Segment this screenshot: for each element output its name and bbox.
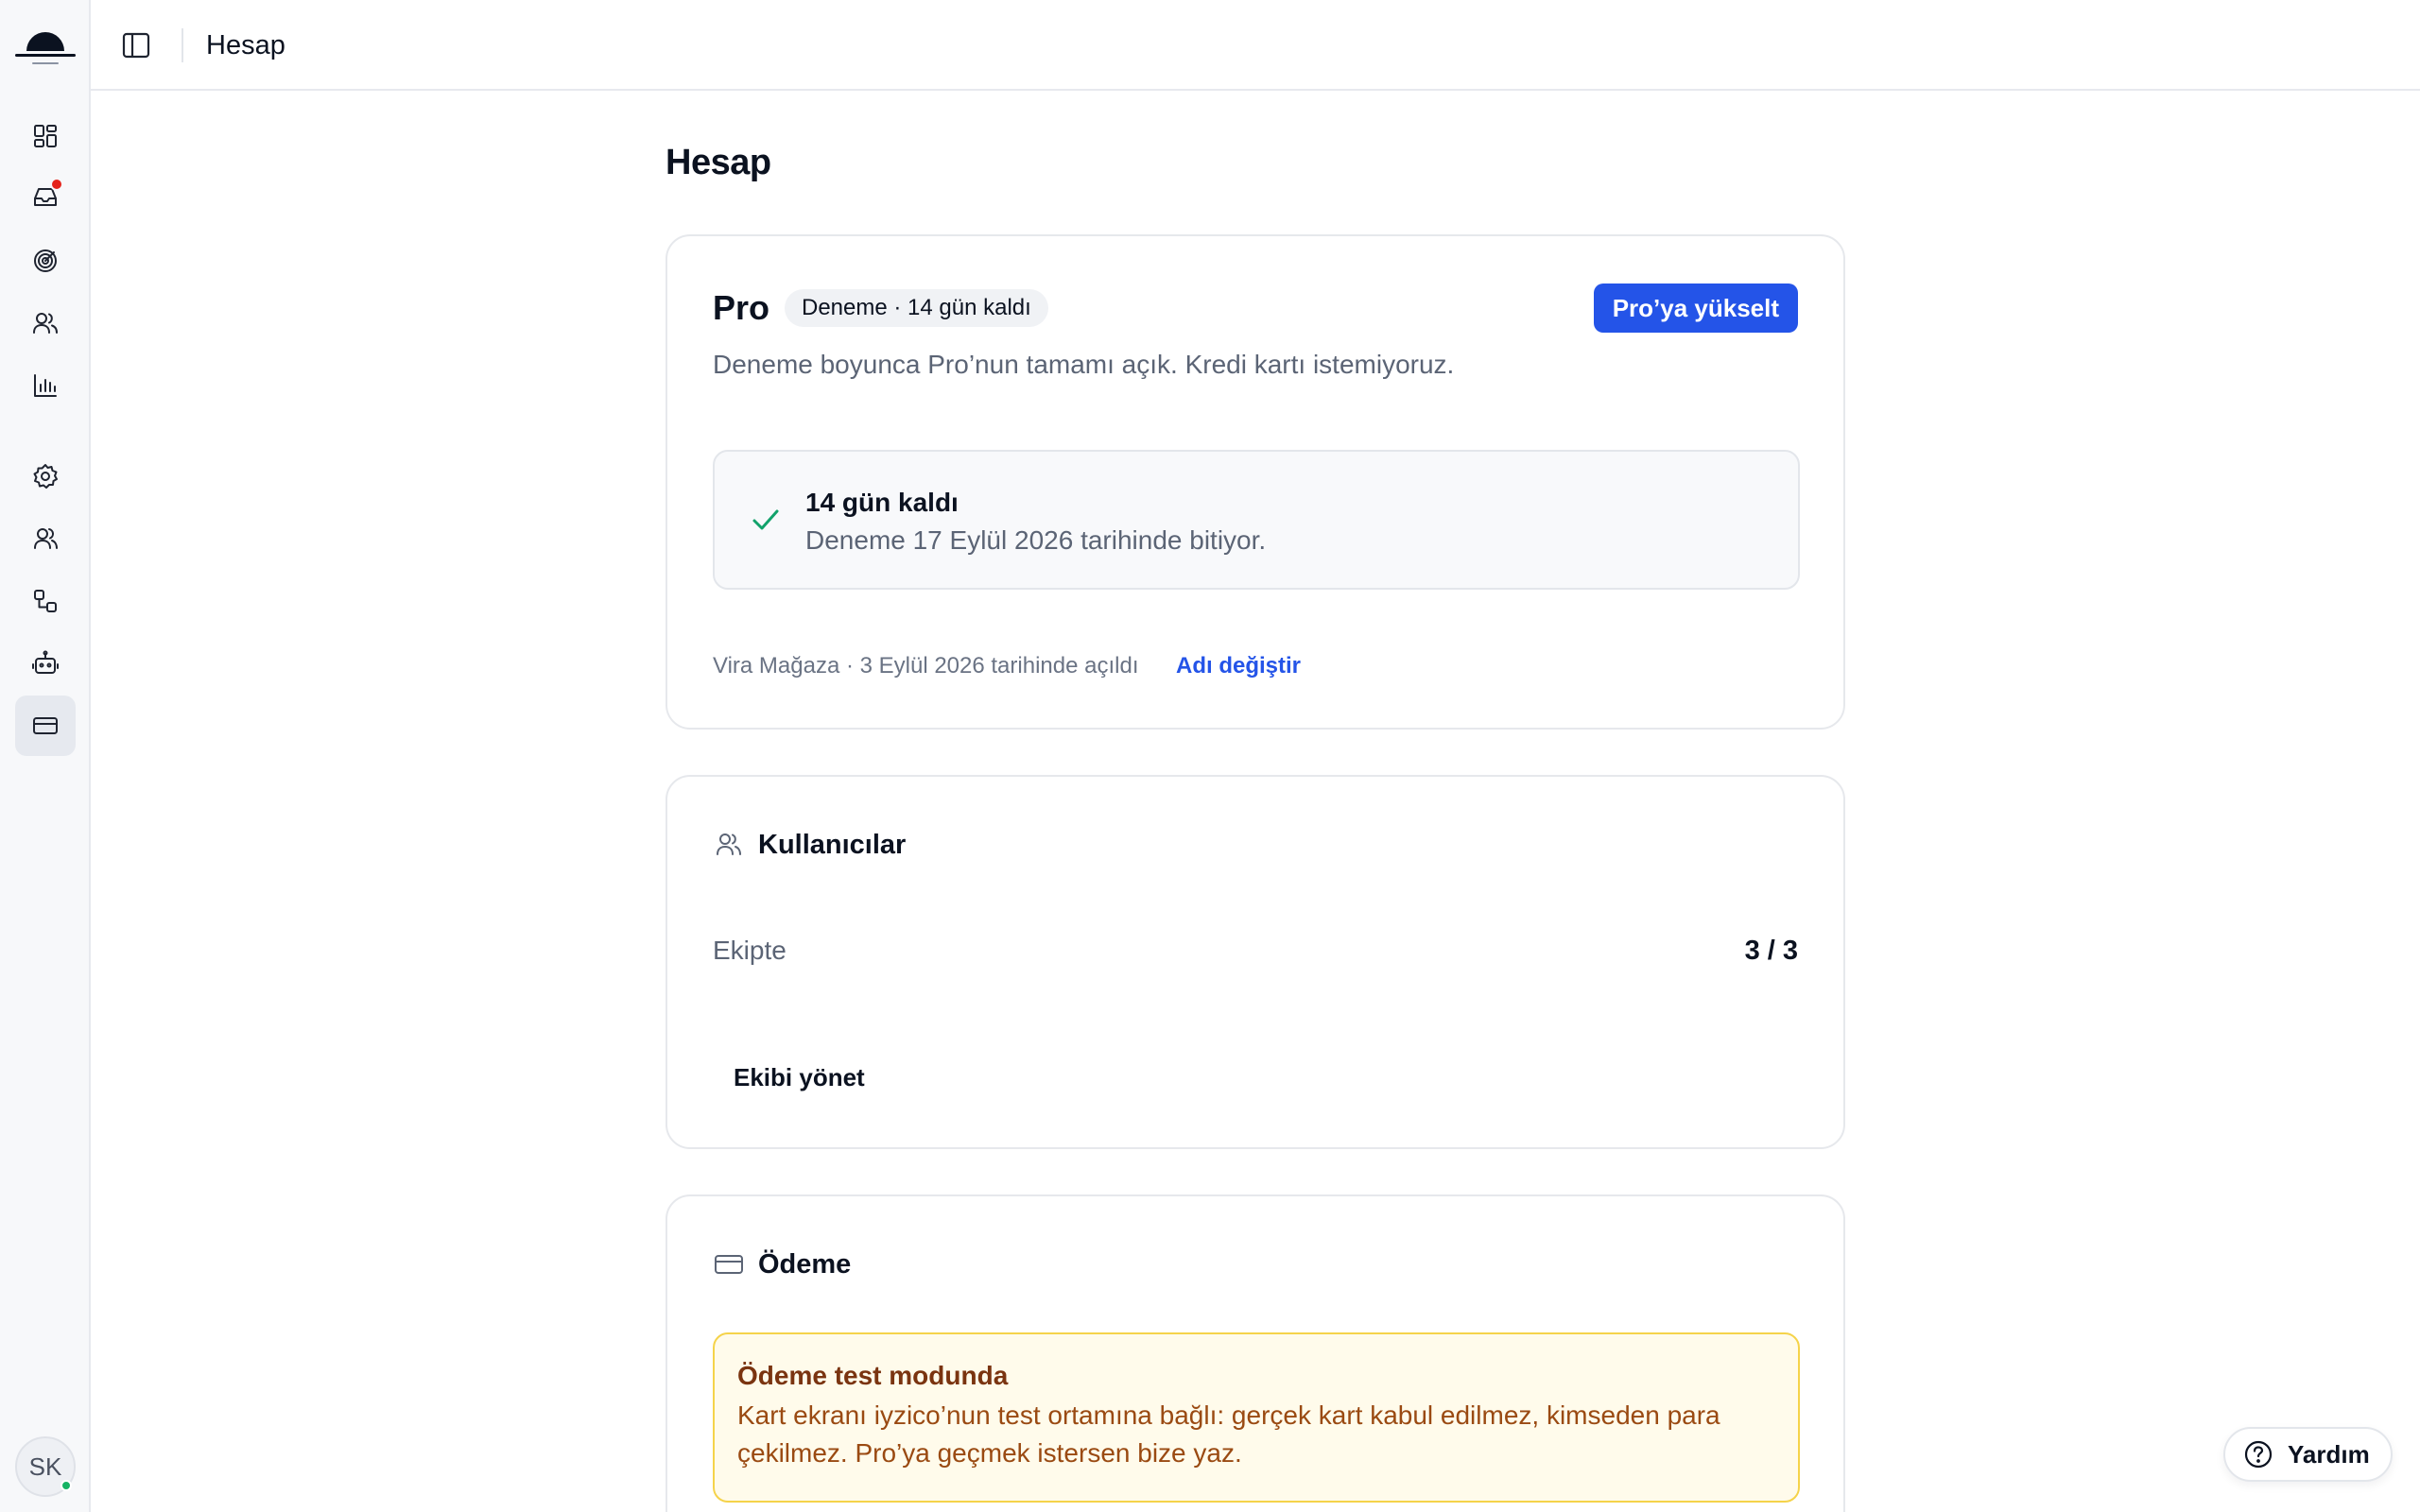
sidebar-item-settings[interactable] xyxy=(15,446,76,507)
page-title: Hesap xyxy=(666,143,771,182)
users-title: Kullanıcılar xyxy=(758,830,907,860)
notification-dot xyxy=(50,178,63,191)
team-icon xyxy=(34,528,58,549)
avatar-initials: SK xyxy=(28,1452,62,1481)
check-icon xyxy=(747,501,785,539)
store-info: Vira Mağaza · 3 Eylül 2026 tarihinde açı… xyxy=(713,653,1139,679)
payment-card: Ödeme Ödeme test modunda Kart ekranı iyz… xyxy=(666,1194,1845,1512)
help-label: Yardım xyxy=(2288,1440,2370,1469)
sidebar-item-reports[interactable] xyxy=(15,355,76,416)
users-icon xyxy=(717,833,741,855)
trial-end-date: Deneme 17 Eylül 2026 tarihinde bitiyor. xyxy=(805,525,1267,555)
help-icon xyxy=(2244,1440,2273,1469)
plan-name: Pro xyxy=(713,288,770,327)
sidebar-item-goals[interactable] xyxy=(15,231,76,291)
sidebar: SK xyxy=(0,0,91,1512)
online-status-dot xyxy=(60,1480,72,1491)
users-icon xyxy=(33,313,58,334)
topbar: Hesap xyxy=(91,0,2420,91)
plan-description: Deneme boyunca Pro’nun tamamı açık. Kred… xyxy=(713,350,1455,379)
dashboard-icon xyxy=(34,125,57,147)
upgrade-button[interactable]: Pro’ya yükselt xyxy=(1593,284,1798,333)
trial-badge: Deneme · 14 gün kaldı xyxy=(785,289,1048,327)
users-header: Kullanıcılar xyxy=(713,826,906,864)
rename-link[interactable]: Adı değiştir xyxy=(1176,650,1301,682)
sidebar-item-account[interactable] xyxy=(15,696,76,756)
help-button[interactable]: Yardım xyxy=(2223,1427,2393,1482)
payment-title: Ödeme xyxy=(758,1249,852,1280)
team-count: 3 / 3 xyxy=(1744,936,1798,966)
bar-chart-icon xyxy=(34,374,57,397)
sidebar-item-integrations[interactable] xyxy=(15,571,76,631)
manage-team-button[interactable]: Ekibi yönet xyxy=(713,1051,886,1104)
sidebar-item-dashboard[interactable] xyxy=(15,106,76,166)
trial-days-left: 14 gün kaldı xyxy=(805,488,959,517)
sidebar-toggle-icon xyxy=(122,32,150,59)
topbar-divider xyxy=(182,28,183,62)
bot-icon xyxy=(32,650,59,674)
users-card: Kullanıcılar Ekipte 3 / 3 Ekibi yönet xyxy=(666,775,1845,1149)
payment-header: Ödeme xyxy=(713,1246,851,1283)
credit-card-icon xyxy=(715,1255,743,1274)
trial-status-box: 14 gün kaldı Deneme 17 Eylül 2026 tarihi… xyxy=(713,450,1800,590)
avatar[interactable]: SK xyxy=(15,1436,76,1497)
gear-icon xyxy=(33,464,58,489)
sidebar-item-team[interactable] xyxy=(15,508,76,569)
app-logo-icon[interactable] xyxy=(13,19,78,72)
warning-title: Ödeme test modunda xyxy=(737,1361,1009,1390)
target-icon xyxy=(34,249,57,272)
test-mode-warning: Ödeme test modunda Kart ekranı iyzico’nu… xyxy=(713,1332,1800,1503)
warning-text: Kart ekranı iyzico’nun test ortamına bağ… xyxy=(737,1400,1720,1468)
integrations-icon xyxy=(34,590,57,612)
breadcrumb: Hesap xyxy=(206,30,285,60)
sidebar-item-automation[interactable] xyxy=(15,633,76,694)
sidebar-item-customers[interactable] xyxy=(15,293,76,353)
sidebar-item-inbox[interactable] xyxy=(15,166,76,227)
plan-card: Pro Deneme · 14 gün kaldı Pro’ya yükselt… xyxy=(666,234,1845,730)
team-label: Ekipte xyxy=(713,936,786,965)
credit-card-icon xyxy=(33,717,58,734)
sidebar-toggle-button[interactable] xyxy=(119,28,153,62)
